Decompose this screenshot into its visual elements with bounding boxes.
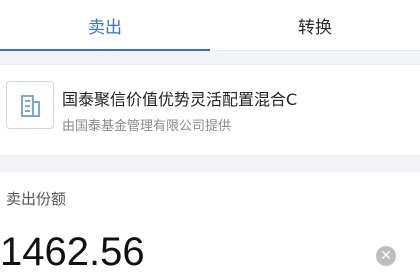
tab-sell-label: 卖出 (88, 17, 122, 38)
fund-info-card: 国泰聚信价值优势灵活配置混合C 由国泰基金管理有限公司提供 (0, 64, 420, 156)
fund-name: 国泰聚信价值优势灵活配置混合C (62, 90, 298, 109)
building-icon (6, 81, 54, 129)
clear-icon[interactable]: ✕ (376, 246, 396, 266)
sell-amount-input[interactable] (0, 224, 370, 280)
tab-convert-label: 转换 (298, 17, 332, 38)
sell-amount-section: 卖出份额 ✕ (0, 172, 420, 280)
tab-convert[interactable]: 转换 (210, 0, 420, 50)
tab-sell[interactable]: 卖出 (0, 0, 210, 51)
active-tab-indicator (0, 49, 210, 51)
sell-shares-label: 卖出份额 (6, 190, 67, 208)
fund-provider: 由国泰基金管理有限公司提供 (62, 119, 232, 134)
tab-bar: 卖出 转换 (0, 0, 420, 51)
